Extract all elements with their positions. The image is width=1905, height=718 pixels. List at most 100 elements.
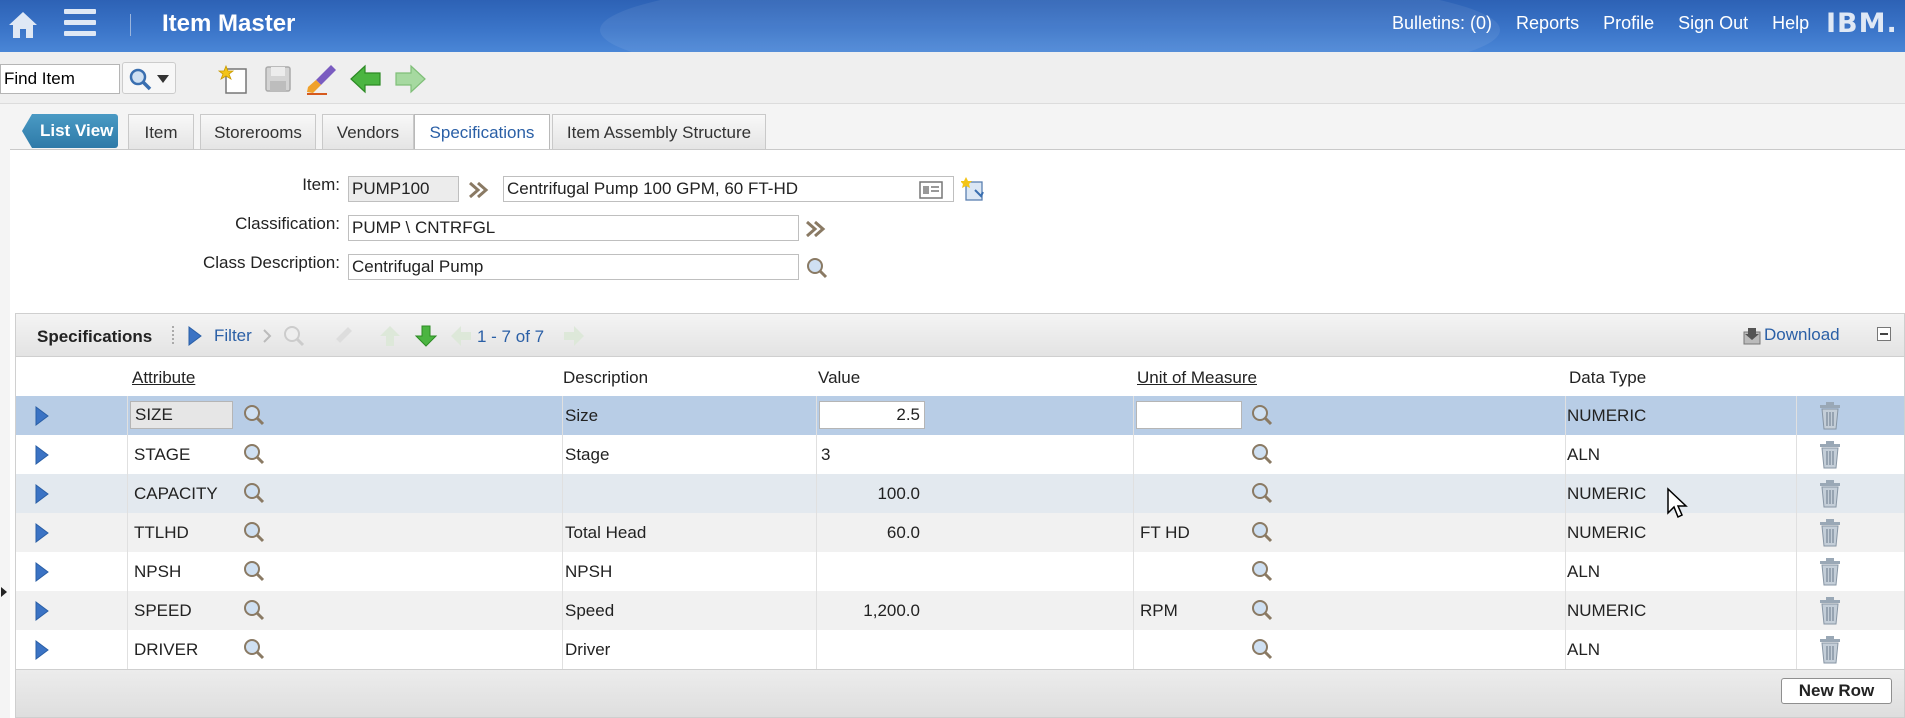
column-divider: [1133, 513, 1134, 552]
table-row[interactable]: NPSH NPSH ALN: [15, 552, 1905, 591]
description-cell: Size: [565, 406, 599, 425]
attribute-lookup-icon[interactable]: [242, 520, 266, 544]
table-row[interactable]: STAGE Stage 3 ALN: [15, 435, 1905, 474]
item-description-field[interactable]: Centrifugal Pump 100 GPM, 60 FT-HD: [503, 176, 954, 202]
column-divider: [1796, 630, 1797, 669]
tab-specifications[interactable]: Specifications: [414, 114, 550, 151]
column-divider: [1796, 474, 1797, 513]
attachments-icon[interactable]: [961, 176, 987, 202]
arrow-up-icon[interactable]: [378, 324, 402, 348]
search-icon[interactable]: [805, 256, 829, 280]
delete-row-icon[interactable]: [1816, 479, 1844, 509]
table-row[interactable]: CAPACITY 100.0 NUMERIC: [15, 474, 1905, 513]
description-cell: Driver: [565, 640, 611, 659]
delete-row-icon[interactable]: [1816, 518, 1844, 548]
new-record-icon[interactable]: [218, 62, 252, 96]
attribute-lookup-icon[interactable]: [242, 403, 266, 427]
item-field[interactable]: PUMP100: [348, 176, 459, 202]
collapse-section-icon[interactable]: [1877, 327, 1891, 341]
delete-row-icon[interactable]: [1816, 401, 1844, 431]
list-view-button[interactable]: List View: [22, 114, 118, 148]
column-divider: [562, 552, 563, 591]
side-panel-toggle-icon[interactable]: [0, 585, 8, 599]
delete-row-icon[interactable]: [1816, 596, 1844, 626]
tab-vendors[interactable]: Vendors: [322, 114, 414, 150]
column-divider: [1796, 435, 1797, 474]
filter-triangle-icon[interactable]: [186, 325, 204, 347]
menu-icon[interactable]: [64, 9, 96, 39]
filter-link[interactable]: Filter: [214, 326, 252, 346]
expand-row-icon[interactable]: [34, 482, 50, 506]
expand-row-icon[interactable]: [34, 521, 50, 545]
long-description-icon[interactable]: [918, 178, 944, 202]
expand-row-icon[interactable]: [34, 404, 50, 428]
column-divider: [1796, 552, 1797, 591]
table-row[interactable]: SPEED Speed 1,200.0 RPM NUMERIC: [15, 591, 1905, 630]
go-to-classification-icon[interactable]: [804, 217, 828, 241]
attribute-lookup-icon[interactable]: [242, 481, 266, 505]
toolbar-divider: [172, 326, 174, 346]
chevron-right-icon[interactable]: [262, 328, 272, 344]
unit-lookup-icon[interactable]: [1250, 598, 1274, 622]
download-icon[interactable]: [1742, 326, 1762, 346]
description-cell: NPSH: [565, 562, 613, 581]
attribute-cell: TTLHD: [134, 523, 189, 542]
class-description-field[interactable]: Centrifugal Pump: [348, 254, 799, 280]
tab-storerooms[interactable]: Storerooms: [200, 114, 316, 150]
classification-field[interactable]: PUMP \ CNTRFGL: [348, 215, 799, 241]
new-row-button[interactable]: New Row: [1781, 678, 1892, 704]
data-type-cell: NUMERIC: [1567, 406, 1647, 425]
unit-lookup-icon[interactable]: [1250, 637, 1274, 661]
unit-lookup-icon[interactable]: [1250, 481, 1274, 505]
find-icon-disabled[interactable]: [282, 324, 306, 348]
previous-page-icon[interactable]: [449, 324, 473, 348]
table-row[interactable]: SIZE Size 2.5 NUMERIC: [15, 396, 1905, 435]
clear-changes-icon[interactable]: [305, 62, 339, 96]
delete-row-icon[interactable]: [1816, 635, 1844, 665]
unit-lookup-icon[interactable]: [1250, 559, 1274, 583]
find-search-button[interactable]: [122, 62, 176, 94]
reports-link[interactable]: Reports: [1516, 13, 1579, 34]
go-to-item-icon[interactable]: [467, 178, 491, 202]
attribute-field[interactable]: SIZE: [130, 401, 233, 429]
expand-row-icon[interactable]: [34, 443, 50, 467]
home-icon[interactable]: [6, 8, 40, 42]
description-cell: Stage: [565, 445, 610, 464]
next-record-icon[interactable]: [393, 62, 427, 96]
previous-record-icon[interactable]: [349, 62, 383, 96]
sign-out-link[interactable]: Sign Out: [1678, 13, 1748, 34]
delete-row-icon[interactable]: [1816, 557, 1844, 587]
attribute-lookup-icon[interactable]: [242, 442, 266, 466]
save-icon[interactable]: [261, 62, 295, 96]
table-row[interactable]: TTLHD Total Head 60.0 FT HD NUMERIC: [15, 513, 1905, 552]
attribute-lookup-icon[interactable]: [242, 559, 266, 583]
col-unit-of-measure[interactable]: Unit of Measure: [1137, 368, 1257, 388]
find-item-input[interactable]: [0, 64, 120, 94]
profile-link[interactable]: Profile: [1603, 13, 1654, 34]
unit-lookup-icon[interactable]: [1250, 442, 1274, 466]
tab-item[interactable]: Item: [128, 114, 194, 150]
unit-of-measure-field[interactable]: [1136, 401, 1242, 429]
app-header: Item Master Bulletins: (0) Reports Profi…: [0, 0, 1905, 52]
expand-row-icon[interactable]: [34, 560, 50, 584]
unit-lookup-icon[interactable]: [1250, 403, 1274, 427]
bulletins-link[interactable]: Bulletins: (0): [1392, 13, 1492, 34]
column-divider: [816, 591, 817, 630]
value-field[interactable]: 2.5: [819, 401, 925, 429]
table-row[interactable]: DRIVER Driver ALN: [15, 630, 1905, 669]
help-link[interactable]: Help: [1772, 13, 1809, 34]
col-attribute[interactable]: Attribute: [132, 368, 195, 388]
attribute-lookup-icon[interactable]: [242, 637, 266, 661]
expand-row-icon[interactable]: [34, 599, 50, 623]
delete-row-icon[interactable]: [1816, 440, 1844, 470]
arrow-down-icon[interactable]: [414, 324, 438, 348]
expand-row-icon[interactable]: [34, 638, 50, 662]
next-page-icon[interactable]: [562, 324, 586, 348]
attribute-lookup-icon[interactable]: [242, 598, 266, 622]
unit-lookup-icon[interactable]: [1250, 520, 1274, 544]
clear-filter-icon[interactable]: [330, 324, 354, 348]
tab-item-assembly-structure[interactable]: Item Assembly Structure: [552, 114, 766, 150]
column-divider: [1565, 591, 1566, 630]
download-link[interactable]: Download: [1764, 325, 1840, 345]
value-cell: 60.0: [886, 523, 920, 542]
